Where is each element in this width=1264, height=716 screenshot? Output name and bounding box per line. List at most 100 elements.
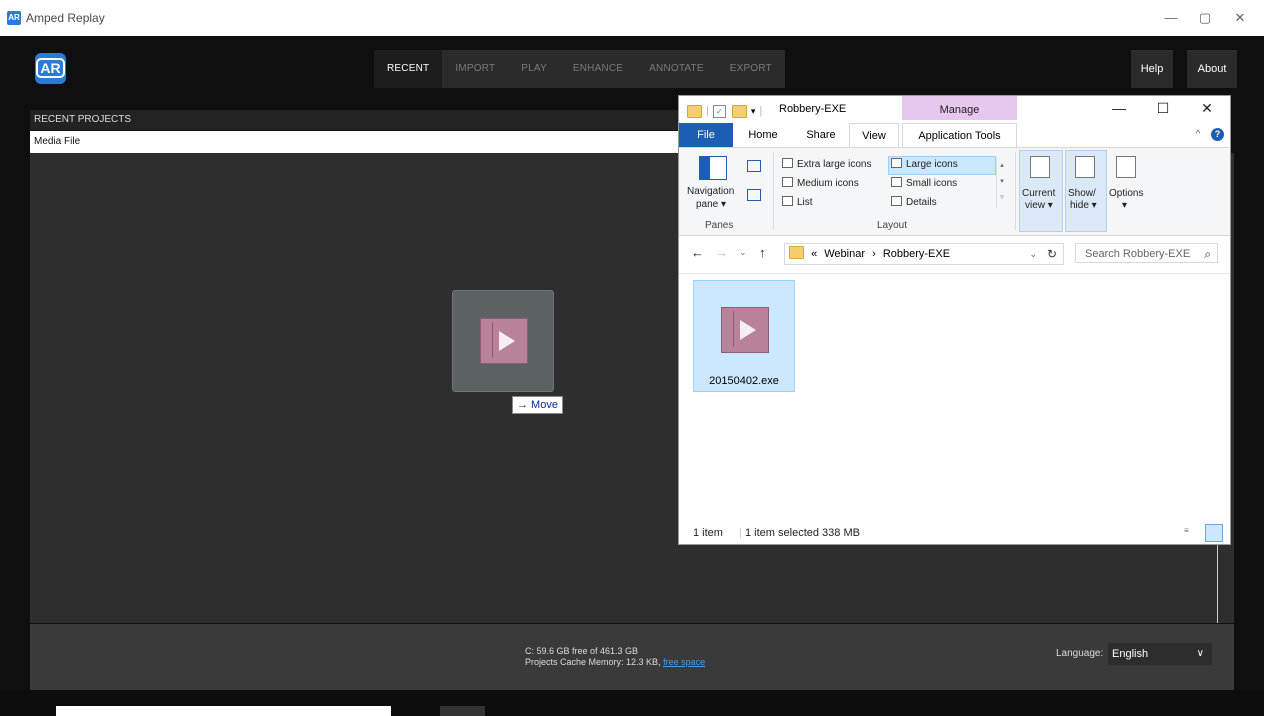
extra-large-icons-label: Extra large icons xyxy=(797,159,872,170)
recent-locations-icon[interactable]: ⌄ xyxy=(739,247,747,258)
current-view-icon xyxy=(1030,156,1050,178)
manage-context-label: Manage xyxy=(902,96,1017,120)
disk-info: C: 59.6 GB free of 461.3 GB Projects Cac… xyxy=(525,646,705,668)
breadcrumb-separator: › xyxy=(872,248,876,260)
list-option[interactable]: List xyxy=(782,196,813,208)
tab-recent[interactable]: RECENT xyxy=(374,50,443,88)
small-icons-option[interactable]: Small icons xyxy=(891,177,957,189)
logo-icon: AR xyxy=(35,53,66,84)
breadcrumb-webinar[interactable]: Webinar xyxy=(824,248,865,260)
search-placeholder: Search Robbery-EXE xyxy=(1085,248,1191,260)
medium-icons-label: Medium icons xyxy=(797,178,859,189)
folder-icon xyxy=(789,246,804,259)
file-explorer-window[interactable]: | ✓ ▾ | Robbery-EXE Manage — ☐ ✕ File Ho… xyxy=(678,95,1231,545)
media-file-column-header[interactable]: Media File xyxy=(30,131,694,153)
navigation-pane-button-2[interactable]: pane ▾ xyxy=(696,199,726,210)
small-icons-label: Small icons xyxy=(906,178,958,189)
large-icons-icon xyxy=(891,158,902,168)
options-button[interactable]: Options xyxy=(1109,188,1143,199)
list-label: List xyxy=(797,197,813,208)
minimize-button[interactable]: — xyxy=(1156,8,1186,28)
ribbon-tabs: File Home Share View Application Tools ^… xyxy=(679,123,1230,148)
current-view-button[interactable]: Current xyxy=(1022,188,1055,199)
help-button[interactable]: Help xyxy=(1131,50,1173,88)
scrollbar[interactable] xyxy=(1217,545,1218,623)
language-label: Language: xyxy=(1056,648,1104,659)
video-file-icon xyxy=(721,307,769,353)
chevron-down-icon: ∨ xyxy=(1196,648,1204,659)
maximize-button[interactable]: ▢ xyxy=(1190,8,1220,28)
video-file-icon xyxy=(480,318,528,364)
customize-toolbar-icon[interactable]: ▾ xyxy=(751,106,756,117)
move-cursor-tooltip: → Move xyxy=(512,396,563,414)
breadcrumb-overflow[interactable]: « xyxy=(811,248,817,260)
options-icon xyxy=(1116,156,1136,178)
explorer-close-button[interactable]: ✕ xyxy=(1192,100,1222,118)
navigation-pane-icon[interactable] xyxy=(699,156,727,180)
show-hide-icon xyxy=(1075,156,1095,178)
large-icons-view-button[interactable] xyxy=(1205,524,1223,542)
explorer-title: Robbery-EXE xyxy=(779,103,847,115)
navigation-pane-button[interactable]: Navigation xyxy=(687,186,734,197)
bottom-input[interactable] xyxy=(56,706,391,716)
language-value: English xyxy=(1112,648,1149,660)
large-icons-label: Large icons xyxy=(906,159,958,170)
details-pane-icon[interactable] xyxy=(747,189,761,201)
refresh-icon[interactable]: ↻ xyxy=(1047,244,1057,264)
explorer-maximize-button[interactable]: ☐ xyxy=(1148,100,1178,118)
preview-pane-icon[interactable] xyxy=(747,160,761,172)
back-icon[interactable]: ← xyxy=(691,245,704,260)
medium-icons-icon xyxy=(782,177,793,187)
status-bar: 1 item | 1 item selected 338 MB ≡ xyxy=(679,524,1230,544)
about-button[interactable]: About xyxy=(1187,50,1237,88)
large-icons-option[interactable]: Large icons xyxy=(891,158,958,170)
selection-info: 1 item selected 338 MB xyxy=(745,527,860,539)
details-label: Details xyxy=(906,197,937,208)
details-view-button[interactable]: ≡ xyxy=(1184,526,1198,540)
breadcrumb-robbery-exe[interactable]: Robbery-EXE xyxy=(883,248,950,260)
tab-annotate[interactable]: ANNOTATE xyxy=(636,50,717,88)
tab-export[interactable]: EXPORT xyxy=(717,50,785,88)
cache-memory-text: Projects Cache Memory: 12.3 KB, xyxy=(525,657,661,667)
layout-group-label: Layout xyxy=(877,220,908,231)
tab-share[interactable]: Share xyxy=(799,123,843,147)
explorer-minimize-button[interactable]: — xyxy=(1104,100,1134,118)
extra-large-icons-option[interactable]: Extra large icons xyxy=(782,158,871,170)
forward-icon[interactable]: → xyxy=(715,245,728,260)
address-dropdown-icon[interactable]: ⌄ xyxy=(1029,244,1037,264)
collapse-ribbon-icon[interactable]: ^ xyxy=(1191,123,1205,147)
quick-access-toolbar: | ✓ ▾ | xyxy=(687,102,762,120)
up-icon[interactable]: ↑ xyxy=(759,245,766,260)
language-select[interactable]: English ∨ xyxy=(1108,643,1212,665)
window-title-bar xyxy=(0,0,1264,36)
close-button[interactable]: ✕ xyxy=(1225,8,1255,28)
help-icon[interactable]: ? xyxy=(1211,128,1224,141)
tab-file[interactable]: File xyxy=(679,123,733,147)
free-space-link[interactable]: free space xyxy=(663,657,705,667)
tab-view[interactable]: View xyxy=(849,123,899,148)
details-option[interactable]: Details xyxy=(891,196,937,208)
tab-play[interactable]: PLAY xyxy=(508,50,560,88)
new-folder-icon[interactable] xyxy=(731,104,747,118)
tab-enhance[interactable]: ENHANCE xyxy=(560,50,636,88)
address-bar[interactable]: « Webinar › Robbery-EXE ⌄ ↻ xyxy=(784,243,1064,265)
show-hide-button[interactable]: Show/ xyxy=(1068,188,1096,199)
properties-icon[interactable]: ✓ xyxy=(712,104,726,118)
bottom-button[interactable] xyxy=(440,706,485,716)
file-list[interactable]: 20150402.exe xyxy=(679,274,1230,524)
medium-icons-option[interactable]: Medium icons xyxy=(782,177,859,189)
tab-application-tools[interactable]: Application Tools xyxy=(902,123,1017,147)
extra-large-icons-icon xyxy=(782,158,793,168)
layout-gallery-scroll[interactable]: ▴ ▾ ▿ xyxy=(996,158,1007,208)
file-item[interactable]: 20150402.exe xyxy=(693,280,795,392)
tab-import[interactable]: IMPORT xyxy=(442,50,508,88)
panes-group-label: Panes xyxy=(705,220,734,231)
show-hide-button-2[interactable]: hide ▾ xyxy=(1070,200,1097,211)
search-input[interactable]: Search Robbery-EXE ⌕ xyxy=(1075,243,1218,263)
folder-icon xyxy=(687,104,702,118)
address-row: ← → ⌄ ↑ « Webinar › Robbery-EXE ⌄ ↻ Sear… xyxy=(679,241,1230,269)
current-view-button-2[interactable]: view ▾ xyxy=(1025,200,1053,211)
search-icon: ⌕ xyxy=(1204,247,1211,261)
tab-home[interactable]: Home xyxy=(741,123,785,147)
options-button-2[interactable]: ▾ xyxy=(1122,200,1127,211)
